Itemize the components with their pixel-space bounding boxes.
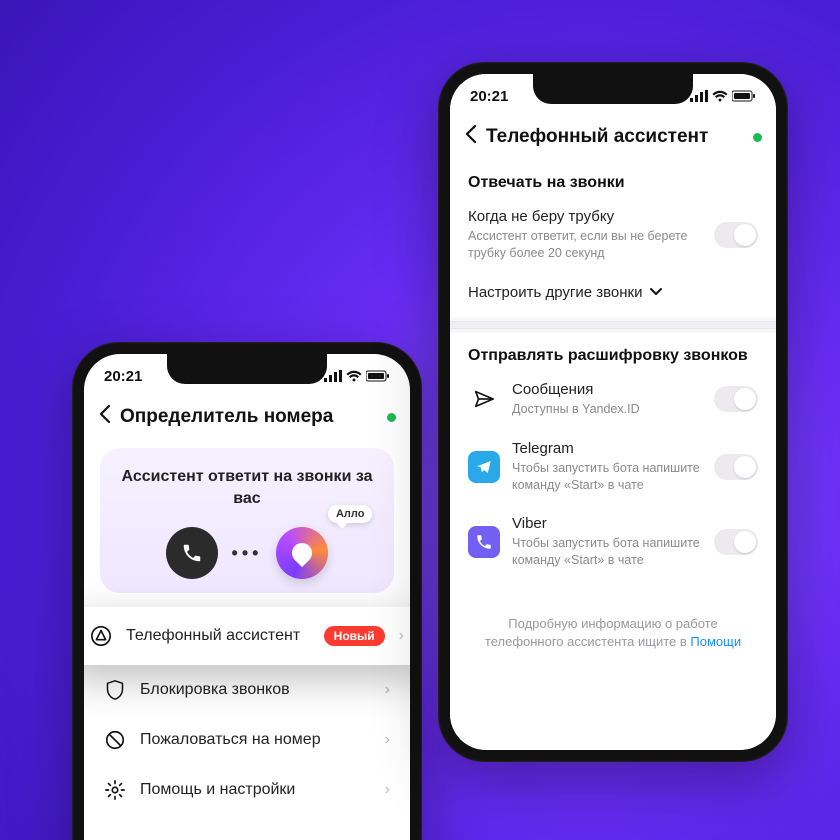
toggle-no-answer[interactable]: [714, 222, 758, 248]
dots-icon: •••: [232, 543, 263, 564]
phone-left-screen: 20:21 Определитель номера Ассистент отве…: [84, 354, 410, 840]
footer-link[interactable]: Помощи: [690, 634, 741, 649]
menu-item-report[interactable]: Пожаловаться на номер ›: [84, 715, 410, 765]
menu-item-block[interactable]: Блокировка звонков ›: [84, 665, 410, 715]
page-title-left: Определитель номера: [120, 406, 379, 428]
setting-messages: Сообщения Доступны в Yandex.ID: [450, 371, 776, 430]
phone-left: 20:21 Определитель номера Ассистент отве…: [72, 342, 422, 840]
chevron-right-icon: ›: [385, 781, 390, 799]
footer-text: Подробную информацию о работе телефонног…: [485, 616, 718, 649]
setting-viber: Viber Чтобы запустить бота напишите кома…: [450, 505, 776, 581]
battery-icon: [732, 90, 756, 102]
menu-label: Помощь и настройки: [140, 781, 371, 799]
new-badge: Новый: [324, 626, 385, 646]
report-icon: [104, 729, 126, 751]
phone-right-screen: 20:21 Телефонный ассистент Отвечать на з…: [450, 74, 776, 750]
status-dot: [753, 133, 762, 142]
page-title-right: Телефонный ассистент: [486, 126, 745, 148]
status-time: 20:21: [104, 368, 142, 385]
setting-telegram: Telegram Чтобы запустить бота напишите к…: [450, 430, 776, 506]
battery-icon: [366, 370, 390, 382]
toggle-viber[interactable]: [714, 529, 758, 555]
expand-label: Настроить другие звонки: [468, 284, 643, 301]
menu-label: Пожаловаться на номер: [140, 731, 371, 749]
chevron-down-icon: [649, 287, 663, 297]
expand-other-calls[interactable]: Настроить другие звонки: [450, 274, 776, 317]
back-button[interactable]: [98, 404, 112, 430]
setting-title: Сообщения: [512, 381, 702, 398]
setting-desc: Чтобы запустить бота напишите команду «S…: [512, 535, 702, 569]
footer-note: Подробную информацию о работе телефонног…: [468, 603, 758, 663]
telegram-icon: [468, 451, 500, 483]
setting-desc: Ассистент ответит, если вы не берете тру…: [468, 228, 698, 262]
signal-icon: [690, 90, 708, 102]
speech-bubble: Алло: [328, 505, 373, 523]
setting-title: Когда не беру трубку: [468, 208, 702, 225]
phone-right: 20:21 Телефонный ассистент Отвечать на з…: [438, 62, 788, 762]
section-transcript-title: Отправлять расшифровку звонков: [450, 333, 776, 371]
divider: [450, 321, 776, 329]
menu: Телефонный ассистент Новый › Блокировка …: [84, 607, 410, 815]
navbar-right: Телефонный ассистент: [450, 118, 776, 160]
menu-item-help[interactable]: Помощь и настройки ›: [84, 765, 410, 815]
setting-title: Viber: [512, 515, 702, 532]
send-icon: [468, 383, 500, 415]
status-dot: [387, 413, 396, 422]
setting-desc: Доступны в Yandex.ID: [512, 401, 702, 418]
gear-icon: [104, 779, 126, 801]
background: 20:21 Определитель номера Ассистент отве…: [0, 0, 840, 840]
setting-desc: Чтобы запустить бота напишите команду «S…: [512, 460, 702, 494]
toggle-telegram[interactable]: [714, 454, 758, 480]
section-answer-title: Отвечать на звонки: [450, 160, 776, 198]
assistant-icon: [90, 625, 112, 647]
status-time: 20:21: [470, 88, 508, 105]
viber-icon: [468, 526, 500, 558]
notch: [167, 354, 327, 384]
promo-card[interactable]: Ассистент ответит на звонки за вас ••• А…: [100, 448, 394, 593]
phone-call-icon: [166, 527, 218, 579]
status-icons: [324, 370, 390, 382]
chevron-right-icon: ›: [399, 627, 404, 645]
notch: [533, 74, 693, 104]
alice-bubble: Алло: [276, 527, 328, 579]
wifi-icon: [712, 90, 728, 102]
signal-icon: [324, 370, 342, 382]
menu-label: Телефонный ассистент: [126, 627, 310, 645]
promo-title: Ассистент ответит на звонки за вас: [116, 466, 378, 509]
chevron-right-icon: ›: [385, 681, 390, 699]
alice-icon: [276, 527, 328, 579]
toggle-messages[interactable]: [714, 386, 758, 412]
chevron-right-icon: ›: [385, 731, 390, 749]
promo-illustration: ••• Алло: [116, 527, 378, 579]
menu-label: Блокировка звонков: [140, 681, 371, 699]
menu-item-assistant[interactable]: Телефонный ассистент Новый ›: [84, 607, 410, 665]
setting-no-answer: Когда не беру трубку Ассистент ответит, …: [450, 198, 776, 274]
wifi-icon: [346, 370, 362, 382]
back-button[interactable]: [464, 124, 478, 150]
shield-icon: [104, 679, 126, 701]
navbar-left: Определитель номера: [84, 398, 410, 440]
status-icons: [690, 90, 756, 102]
setting-title: Telegram: [512, 440, 702, 457]
